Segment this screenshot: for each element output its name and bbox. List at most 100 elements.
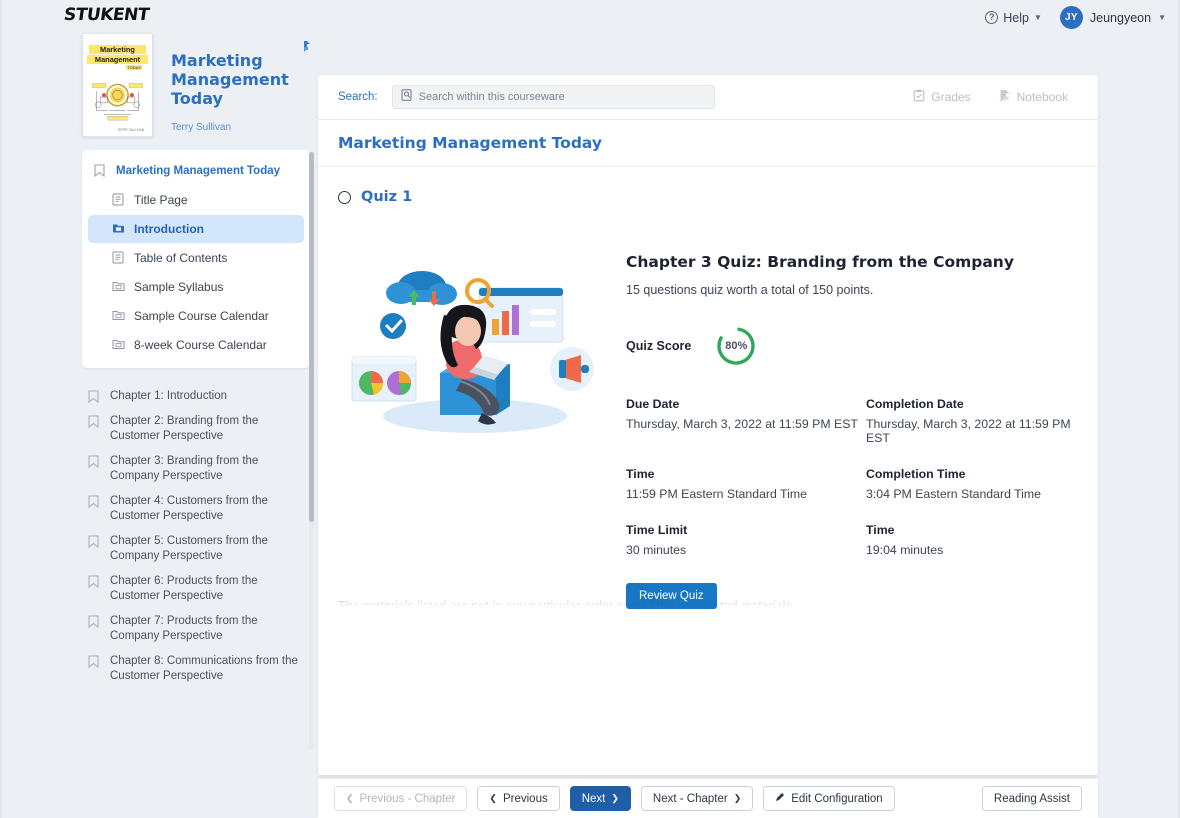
edit-configuration-button[interactable]: Edit Configuration xyxy=(763,786,895,811)
notebook-button[interactable]: Notebook xyxy=(999,89,1068,106)
sidebar-item-sample-syllabus[interactable]: Sample Syllabus xyxy=(88,273,304,301)
field-value: Thursday, March 3, 2022 at 11:59 PM EST xyxy=(866,417,1071,445)
page-left-edge xyxy=(0,0,2,818)
user-menu-button[interactable]: JY Jeungyeon ▼ xyxy=(1059,6,1166,29)
help-menu-button[interactable]: ? Help ▼ xyxy=(985,11,1042,25)
book-cover-thumbnail[interactable]: Marketing Management TODAY TERRY SULLIVA… xyxy=(82,33,153,137)
chevron-right-icon: ❯ xyxy=(611,793,619,803)
sidebar-item-introduction[interactable]: Introduction xyxy=(88,215,304,243)
cover-artwork xyxy=(88,72,147,124)
sidebar-chapter-label: Chapter 3: Branding from the Company Per… xyxy=(110,455,259,482)
sidebar-scrollbar-thumb[interactable] xyxy=(309,152,314,522)
bookmark-icon xyxy=(88,575,101,589)
cover-title-line2: Management xyxy=(87,55,148,64)
course-author: Terry Sullivan xyxy=(171,122,232,133)
sidebar-chapter-label: Chapter 5: Customers from the Company Pe… xyxy=(110,535,268,562)
bookmark-icon xyxy=(88,655,101,669)
sidebar-item-8-week-course-calendar[interactable]: 8-week Course Calendar xyxy=(88,331,304,359)
sidebar-chapter-2[interactable]: Chapter 2: Branding from the Customer Pe… xyxy=(82,409,310,449)
sidebar-chapter-label: Chapter 4: Customers from the Customer P… xyxy=(110,495,268,522)
course-title: Marketing Management Today xyxy=(171,51,289,108)
sidebar-front-matter-card: Marketing Management Today Title Page In… xyxy=(82,150,310,368)
bookmark-icon xyxy=(88,455,101,469)
next-label: Next xyxy=(581,792,606,805)
bookmark-icon xyxy=(88,415,101,429)
document-icon xyxy=(112,251,125,265)
sidebar-item-table-of-contents[interactable]: Table of Contents xyxy=(88,244,304,272)
sidebar-scrollbar[interactable] xyxy=(309,152,314,750)
sidebar-item-label: Introduction xyxy=(134,222,204,236)
sidebar-item-label: Title Page xyxy=(134,193,188,207)
notebook-label: Notebook xyxy=(1016,90,1068,104)
quiz-title: Chapter 3 Quiz: Branding from the Compan… xyxy=(626,253,1014,271)
edit-configuration-label: Edit Configuration xyxy=(791,792,883,805)
quiz-illustration xyxy=(344,253,606,609)
faded-paragraph: The materials listed are not in any part… xyxy=(338,599,792,613)
search-field-wrapper[interactable] xyxy=(391,85,715,109)
sidebar-chapter-6[interactable]: Chapter 6: Products from the Customer Pe… xyxy=(82,569,310,609)
sidebar-item-title-page[interactable]: Title Page xyxy=(88,186,304,214)
cover-title-line3: TODAY xyxy=(126,65,142,70)
notebook-icon xyxy=(999,89,1011,106)
field-label: Due Date xyxy=(626,397,680,411)
chevron-left-icon: ❮ xyxy=(346,793,354,803)
field-elapsed-time: Time 19:04 minutes xyxy=(866,523,1078,557)
main-content-panel: Search: Grades Notebook Marketing Man xyxy=(318,75,1098,775)
quiz-score-value: 80% xyxy=(725,340,748,352)
bookmark-icon xyxy=(88,390,101,404)
field-label: Completion Time xyxy=(866,467,966,481)
search-input[interactable] xyxy=(418,91,706,103)
sidebar-chapter-7[interactable]: Chapter 7: Products from the Company Per… xyxy=(82,609,310,649)
bookmark-icon xyxy=(94,164,107,178)
chevron-right-icon: ❯ xyxy=(733,793,742,803)
chevron-down-icon: ▼ xyxy=(1158,13,1166,22)
cover-author: TERRY SULLIVAN xyxy=(117,128,144,132)
quiz-section-header[interactable]: Quiz 1 xyxy=(338,189,1078,205)
reading-assist-label: Reading Assist xyxy=(993,792,1070,805)
previous-button[interactable]: ❮ Previous xyxy=(477,786,560,811)
field-value: 11:59 PM Eastern Standard Time xyxy=(626,487,807,501)
chevron-left-icon: ❮ xyxy=(489,793,497,803)
sidebar-item-root[interactable]: Marketing Management Today xyxy=(86,157,304,185)
reading-assist-button[interactable]: Reading Assist xyxy=(981,786,1082,811)
bottom-navigation-toolbar: ❮ Previous - Chapter ❮ Previous Next ❯ N… xyxy=(318,778,1098,818)
sidebar-chapter-8[interactable]: Chapter 8: Communications from the Custo… xyxy=(82,649,310,689)
search-document-icon xyxy=(401,88,412,106)
quiz-content: Quiz 1 Chapter 3 Quiz: Branding from the… xyxy=(318,167,1098,613)
folder-icon xyxy=(112,309,125,323)
sidebar-item-label: Sample Course Calendar xyxy=(134,309,269,323)
sidebar-chapter-4[interactable]: Chapter 4: Customers from the Customer P… xyxy=(82,489,310,529)
search-label: Search: xyxy=(338,91,378,103)
grades-label: Grades xyxy=(931,90,971,104)
field-time-limit: Time Limit 30 minutes xyxy=(626,523,866,557)
next-chapter-button[interactable]: Next - Chapter ❯ xyxy=(640,786,754,811)
bookmark-icon xyxy=(88,535,101,549)
sidebar-root-label: Marketing Management Today xyxy=(116,165,281,177)
previous-chapter-label: Previous - Chapter xyxy=(359,792,456,805)
next-button[interactable]: Next ❯ xyxy=(569,786,631,811)
field-label: Time Limit xyxy=(626,523,688,537)
quiz-score-label: Quiz Score xyxy=(626,339,692,353)
field-completion-date: Completion Date Thursday, March 3, 2022 … xyxy=(866,397,1078,445)
sidebar-navigation: Marketing Management Today Title Page In… xyxy=(82,150,310,750)
quiz-section-label: Quiz 1 xyxy=(361,189,413,205)
sidebar-chapter-label: Chapter 2: Branding from the Customer Pe… xyxy=(110,415,259,442)
course-title-block: Marketing Management Today Terry Sulliva… xyxy=(171,33,321,137)
sidebar-chapter-3[interactable]: Chapter 3: Branding from the Company Per… xyxy=(82,449,310,489)
stukent-logo[interactable]: STUKENT xyxy=(63,5,151,25)
notebook-flag-icon[interactable] xyxy=(300,40,311,59)
quiz-score-ring: 80% xyxy=(715,325,757,367)
grades-button[interactable]: Grades xyxy=(913,89,971,106)
field-value: Thursday, March 3, 2022 at 11:59 PM EST xyxy=(626,417,858,431)
folder-icon xyxy=(112,222,125,236)
panel-title-row: Marketing Management Today xyxy=(318,120,1098,167)
previous-chapter-button[interactable]: ❮ Previous - Chapter xyxy=(334,786,468,811)
field-value: 19:04 minutes xyxy=(866,543,944,557)
sidebar-item-sample-course-calendar[interactable]: Sample Course Calendar xyxy=(88,302,304,330)
search-toolbar: Search: Grades Notebook xyxy=(318,75,1098,120)
quiz-subtitle: 15 questions quiz worth a total of 150 p… xyxy=(626,283,874,297)
sidebar-chapter-label: Chapter 6: Products from the Customer Pe… xyxy=(110,575,258,602)
quiz-info: Chapter 3 Quiz: Branding from the Compan… xyxy=(626,253,1078,609)
sidebar-chapter-5[interactable]: Chapter 5: Customers from the Company Pe… xyxy=(82,529,310,569)
sidebar-chapter-1[interactable]: Chapter 1: Introduction xyxy=(82,384,310,409)
